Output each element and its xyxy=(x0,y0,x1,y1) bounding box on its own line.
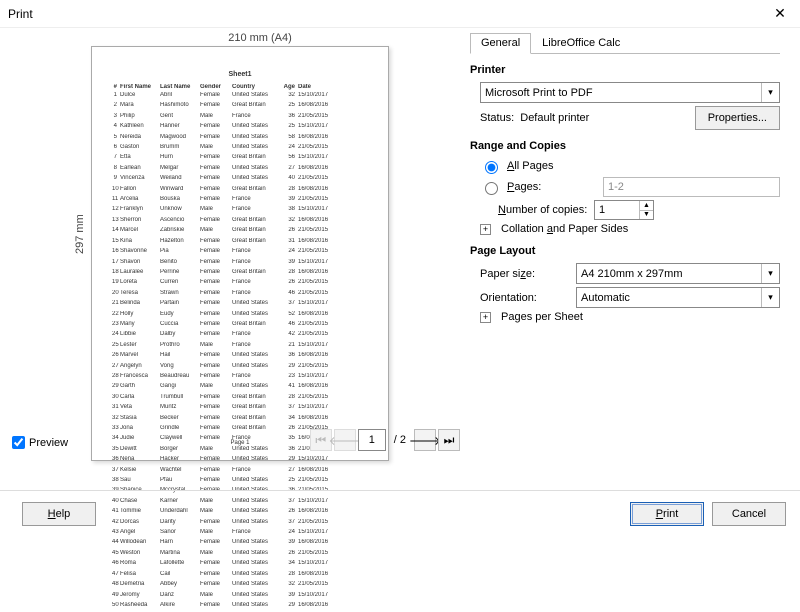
orientation-value: Automatic xyxy=(581,292,630,304)
status-value: Default printer xyxy=(520,112,688,124)
all-pages-radio[interactable] xyxy=(485,161,498,174)
preview-page[interactable]: Sheet1 #First NameLast NameGenderCountry… xyxy=(91,46,389,461)
pages-input[interactable]: 1-2 xyxy=(603,177,780,197)
properties-button[interactable]: Properties... xyxy=(695,106,780,130)
title-bar: Print ✕ xyxy=(0,0,800,28)
chevron-down-icon: ▾ xyxy=(761,264,779,283)
printer-select[interactable]: Microsoft Print to PDF ▾ xyxy=(480,82,780,103)
orientation-label: Orientation: xyxy=(480,292,570,304)
expand-icon[interactable]: + xyxy=(480,224,491,235)
settings-pane: General LibreOffice Calc Printer Microso… xyxy=(470,28,790,481)
pages-per-sheet-label[interactable]: Pages per Sheet xyxy=(501,311,583,323)
status-label: Status: xyxy=(480,112,514,124)
prev-page-button[interactable]: 🡐 xyxy=(334,429,356,451)
window-title: Print xyxy=(8,7,760,21)
tab-bar: General LibreOffice Calc xyxy=(470,32,780,54)
pages-radio[interactable] xyxy=(485,182,498,195)
page-navigator: ⏮ 🡐 / 2 🡒 ⏭ xyxy=(310,429,460,451)
current-page-input[interactable] xyxy=(358,429,386,451)
copies-label: Number of copies: xyxy=(498,204,588,216)
expand-icon[interactable]: + xyxy=(480,312,491,323)
paper-size-value: A4 210mm x 297mm xyxy=(581,268,682,280)
page-height-label: 297 mm xyxy=(74,214,86,254)
paper-size-label: Paper size: xyxy=(480,268,570,280)
preview-sheet-name: Sheet1 xyxy=(112,71,368,78)
spinner-icon[interactable]: ▲▼ xyxy=(639,201,653,219)
collation-label[interactable]: Collation and Paper Sides xyxy=(501,223,628,235)
printer-heading: Printer xyxy=(470,64,780,76)
all-pages-label: All All PagesPages xyxy=(507,160,554,172)
pages-label: Pages: xyxy=(507,181,597,193)
chevron-down-icon: ▾ xyxy=(761,83,779,102)
copies-value: 1 xyxy=(599,204,605,216)
cancel-button[interactable]: Cancel xyxy=(712,502,786,526)
tab-general[interactable]: General xyxy=(470,33,531,54)
preview-toggle[interactable]: Preview xyxy=(12,436,68,449)
printer-select-value: Microsoft Print to PDF xyxy=(485,87,593,99)
preview-checkbox[interactable] xyxy=(12,436,25,449)
main-area: 210 mm (A4) 297 mm Sheet1 #First NameLas… xyxy=(0,28,800,481)
close-button[interactable]: ✕ xyxy=(760,0,800,28)
dialog-footer: Help Print Cancel xyxy=(0,490,800,536)
printer-section: Printer Microsoft Print to PDF ▾ Status:… xyxy=(470,64,780,130)
copies-input[interactable]: 1 ▲▼ xyxy=(594,200,654,220)
page-width-label: 210 mm (A4) xyxy=(10,32,470,44)
paper-size-select[interactable]: A4 210mm x 297mm ▾ xyxy=(576,263,780,284)
preview-checkbox-label: Preview xyxy=(29,437,68,449)
print-button[interactable]: Print xyxy=(630,502,704,526)
preview-pane: 210 mm (A4) 297 mm Sheet1 #First NameLas… xyxy=(0,28,470,481)
orientation-select[interactable]: Automatic ▾ xyxy=(576,287,780,308)
next-page-button[interactable]: 🡒 xyxy=(414,429,436,451)
last-page-button[interactable]: ⏭ xyxy=(438,429,460,451)
tab-libreoffice-calc[interactable]: LibreOffice Calc xyxy=(531,33,631,54)
layout-heading: Page Layout xyxy=(470,245,780,257)
chevron-down-icon: ▾ xyxy=(761,288,779,307)
range-section: Range and Copies All All PagesPages Page… xyxy=(470,140,780,235)
layout-section: Page Layout Paper size: A4 210mm x 297mm… xyxy=(470,245,780,323)
help-button[interactable]: Help xyxy=(22,502,96,526)
range-heading: Range and Copies xyxy=(470,140,780,152)
